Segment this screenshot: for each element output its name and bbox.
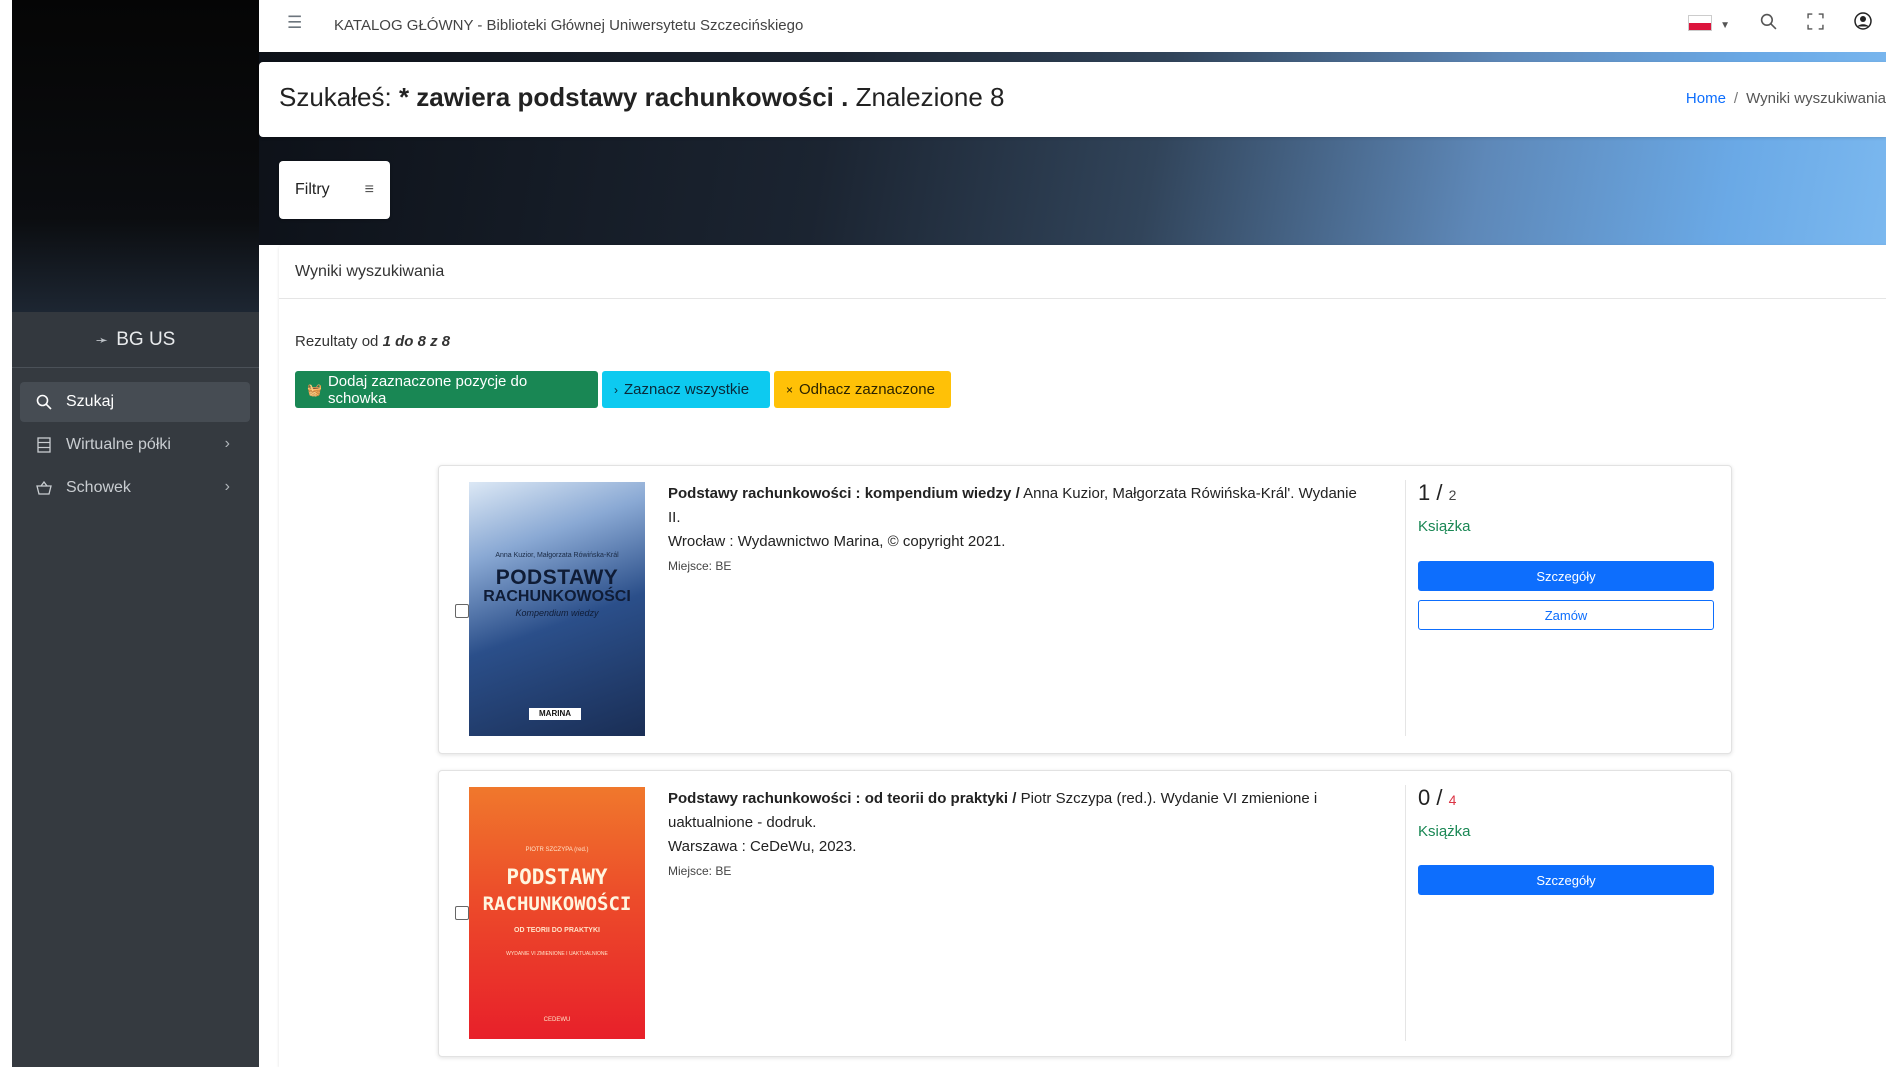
results-range-value: 1 do 8 z 8 [382,333,451,350]
page-title: Szukałeś: * zawiera podstawy rachunkowoś… [279,82,1004,113]
flag-pl-icon [1688,15,1713,32]
sidebar-brand[interactable]: ➛ BG US [12,312,259,368]
divider [1405,785,1406,1041]
add-to-basket-label: Dodaj zaznaczone pozycje do schowka [327,372,528,407]
sidebar-header-background [12,0,259,312]
details-button[interactable]: Szczegóły [1418,561,1714,591]
bulk-actions: 🧺 Dodaj zaznaczone pozycje do schowka › … [295,371,951,408]
total-count: 2 [1448,487,1457,503]
cover-editor: PIOTR SZCZYPA (red.) [525,847,589,853]
deselect-label: Odhacz zaznaczone [799,381,935,398]
result-checkbox[interactable] [455,604,469,618]
availability: 0 / 4 [1418,785,1456,811]
breadcrumb: Home / Wyniki wyszukiwania [1685,90,1886,107]
top-navbar: ☰ KATALOG GŁÓWNY - Biblioteki Głównej Un… [259,0,1886,53]
result-location: Miejsce: BE [668,864,732,878]
result-item: PIOTR SZCZYPA (red.) PODSTAWY RACHUNKOWO… [438,770,1732,1057]
results-card-title: Wyniki wyszukiwania [279,245,1886,299]
result-location: Miejsce: BE [668,559,732,573]
sidebar-item-label: Schowek [66,479,131,496]
navbar-actions: ▼ [1688,12,1872,35]
chevron-right-icon: › [224,435,230,452]
details-button[interactable]: Szczegóły [1418,865,1714,895]
result-description: Podstawy rachunkowości : kompendium wied… [668,482,1368,578]
available-count: 0 / [1418,785,1443,810]
result-publication: Warszawa : CeDeWu, 2023. [668,838,857,855]
cover-title: RACHUNKOWOŚCI [482,893,632,915]
select-all-button[interactable]: › Zaznacz wszystkie [602,371,770,408]
filters-button[interactable]: Filtry ≡ [279,161,390,219]
shelves-icon [34,437,54,453]
sidebar-nav: Szukaj Wirtualne półki › Schowek › [20,382,250,511]
breadcrumb-home-link[interactable]: Home [1686,90,1726,107]
catalog-title: KATALOG GŁÓWNY - Biblioteki Głównej Uniw… [334,17,804,34]
result-title[interactable]: Podstawy rachunkowości : od teorii do pr… [668,790,1016,807]
results-count: Znalezione 8 [855,82,1005,112]
list-icon: ≡ [364,181,374,198]
book-cover-image[interactable]: Anna Kuzior, Małgorzata Rówińska-Král PO… [469,482,645,736]
sidebar-item-shelves[interactable]: Wirtualne półki › [20,425,250,465]
results-range-prefix: Rezultaty od [295,333,379,350]
search-prefix: Szukałeś: [279,82,392,112]
sidebar-item-label: Szukaj [66,393,115,410]
cover-publisher: CEDEWU [543,1017,571,1023]
page-edge [0,0,12,1067]
cover-title: PODSTAWY [506,865,608,889]
result-publication: Wrocław : Wydawnictwo Marina, © copyrigh… [668,533,1006,550]
fullscreen-icon[interactable] [1807,12,1824,35]
results-range: Rezultaty od 1 do 8 z 8 [295,333,450,350]
cover-authors: Anna Kuzior, Małgorzata Rówińska-Král [495,552,619,559]
check-icon: › [614,382,618,397]
sidebar-item-label: Wirtualne półki [66,436,171,453]
select-all-label: Zaznacz wszystkie [624,381,750,398]
brand-label: BG US [116,328,176,350]
availability: 1 / 2 [1418,480,1456,506]
result-description: Podstawy rachunkowości : od teorii do pr… [668,787,1368,883]
language-selector[interactable]: ▼ [1688,15,1730,33]
filters-label: Filtry [295,181,330,198]
user-account-icon[interactable] [1854,12,1872,35]
material-type: Książka [1418,518,1471,535]
order-button[interactable]: Zamów [1418,600,1714,630]
breadcrumb-current: Wyniki wyszukiwania [1746,90,1886,107]
book-cover-image[interactable]: PIOTR SZCZYPA (red.) PODSTAWY RACHUNKOWO… [469,787,645,1039]
result-title[interactable]: Podstawy rachunkowości : kompendium wied… [668,485,1020,502]
cover-subtitle: OD TEORII DO PRAKTYKI [514,927,600,934]
divider [1405,480,1406,736]
menu-toggle-icon[interactable]: ☰ [287,13,302,33]
search-summary-header: Szukałeś: * zawiera podstawy rachunkowoś… [259,62,1886,137]
uncheck-icon: × [786,382,794,397]
cover-title: PODSTAWY [495,566,619,589]
total-count: 4 [1448,792,1457,808]
chevron-right-icon: › [224,478,230,495]
basket-icon [34,481,54,495]
cover-edition: WYDANIE VI ZMIENIONE I UAKTUALNIONE [506,951,608,957]
add-to-basket-button[interactable]: 🧺 Dodaj zaznaczone pozycje do schowka [295,371,598,408]
caret-down-icon: ▼ [1720,19,1730,31]
available-count: 1 / [1418,480,1443,505]
deselect-button[interactable]: × Odhacz zaznaczone [774,371,951,408]
result-checkbox[interactable] [455,906,469,920]
sidebar-item-search[interactable]: Szukaj [20,382,250,422]
cover-subtitle: Kompendium wiedzy [515,608,599,618]
cover-title: RACHUNKOWOŚCI [483,588,631,605]
search-icon[interactable] [1760,13,1777,35]
search-icon [34,394,54,410]
basket-icon: 🧺 [307,382,322,397]
cover-publisher-logo: MARINA [529,708,581,720]
result-item: Anna Kuzior, Małgorzata Rówińska-Král PO… [438,465,1732,754]
brand-logo-icon: ➛ [95,331,109,349]
search-query: * zawiera podstawy rachunkowości . [398,82,849,112]
sidebar-item-basket[interactable]: Schowek › [20,468,250,508]
material-type: Książka [1418,823,1471,840]
